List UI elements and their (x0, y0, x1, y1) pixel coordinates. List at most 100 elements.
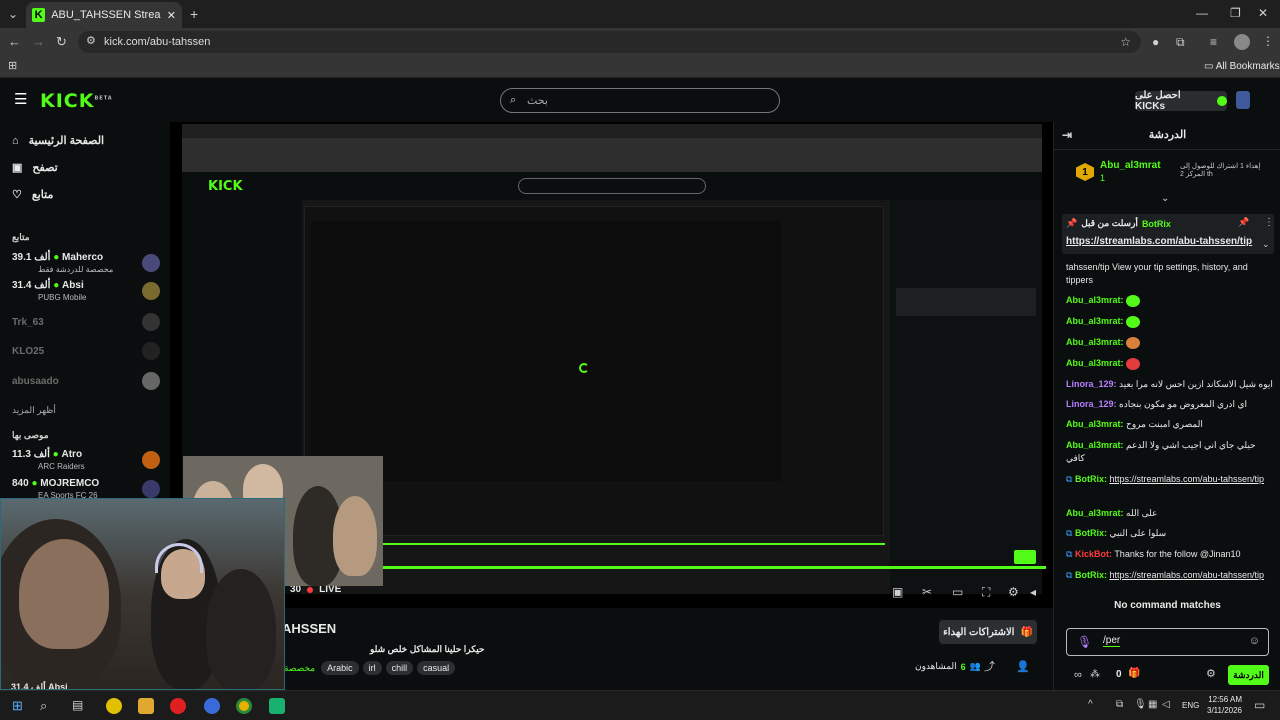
back-icon[interactable]: ← (8, 35, 21, 48)
minimize-icon[interactable]: — (1196, 7, 1208, 19)
kick-logo[interactable]: KICKBETA (40, 90, 113, 112)
message-user[interactable]: KickBot: (1075, 549, 1112, 559)
theater-mode-icon[interactable]: ▣ (892, 586, 903, 598)
url-input[interactable]: ⚙ kick.com/abu-tahssen ☆ (78, 31, 1141, 53)
top-gifter-name[interactable]: Abu_al3mrat (1100, 160, 1161, 171)
player-progress-bar[interactable] (280, 566, 1046, 569)
message-user[interactable]: Abu_al3mrat: (1066, 358, 1124, 368)
channel-item[interactable]: 31.4 ألف ● Absi PUBG Mobile (12, 280, 160, 306)
browser-tab[interactable]: K ABU_TAHSSEN Stream - Watch ✕ (26, 2, 182, 28)
browser-menu-icon[interactable]: ⋮ (1262, 35, 1274, 47)
clock-date[interactable]: 3/11/2026 (1202, 706, 1242, 715)
user-avatar[interactable] (1236, 91, 1250, 109)
profile-avatar[interactable] (1234, 34, 1250, 50)
taskbar-app-icon[interactable] (106, 698, 122, 714)
tag-chip[interactable]: irl (362, 661, 382, 675)
message-link[interactable]: https://streamlabs.com/abu-tahssen/tip (1109, 474, 1264, 484)
speaker-icon[interactable]: ◁ (1162, 700, 1170, 710)
message-user[interactable]: BotRix: (1075, 570, 1107, 580)
language-indicator[interactable]: ENG (1182, 701, 1199, 710)
notification-icon[interactable]: ▭ (1254, 699, 1265, 711)
bookmark-star-icon[interactable]: ☆ (1120, 36, 1131, 48)
recommended-item[interactable]: 11.3 ألف ● Atro ARC Raiders (12, 449, 160, 475)
message-user[interactable]: Linora_129: (1066, 399, 1117, 409)
show-more-link[interactable]: أظهر المزيد (12, 405, 56, 416)
gift-subs-button[interactable]: الاشتراكات الهداء 🎁 (939, 620, 1037, 644)
search-input[interactable]: ⌕ بحث (500, 88, 780, 113)
clip-icon[interactable]: ✂ (922, 586, 932, 598)
chat-settings-icon[interactable]: ⚙ (1206, 669, 1216, 680)
points-icon[interactable]: ⁂ (1090, 670, 1100, 680)
message-user[interactable]: Abu_al3mrat: (1066, 337, 1124, 347)
message-user[interactable]: Abu_al3mrat: (1066, 440, 1124, 450)
tag-chip[interactable]: chill (385, 661, 414, 675)
fullscreen-icon[interactable]: ⛶ (982, 586, 990, 598)
channel-item[interactable]: 39.1 ألف ● Maherco مخصصة للدردشة فقط (12, 252, 160, 278)
nav-following[interactable]: ♡ متابع (12, 188, 53, 201)
site-info-icon[interactable]: ⚙ (86, 36, 96, 47)
pinned-user[interactable]: BotRix (1142, 219, 1171, 229)
message-user[interactable]: BotRix: (1075, 528, 1107, 538)
hamburger-menu-icon[interactable]: ☰ (14, 92, 27, 107)
windows-start-icon[interactable]: ⊞ (12, 699, 23, 712)
tag-chip[interactable]: Arabic (321, 661, 359, 675)
message-user[interactable]: Abu_al3mrat: (1066, 295, 1124, 305)
forward-icon[interactable]: → (32, 35, 45, 48)
extension-icon[interactable]: ● (1152, 36, 1159, 48)
pinned-link[interactable]: https://streamlabs.com/abu-tahssen/tip (1066, 236, 1252, 247)
tray-app-icon[interactable]: ⧉ (1116, 700, 1123, 710)
get-kicks-button[interactable]: احصل على KICKs (1135, 90, 1227, 112)
taskbar-app-icon[interactable] (269, 698, 285, 714)
clock-time[interactable]: 12:56 AM (1206, 695, 1242, 704)
network-icon[interactable]: ▦ (1148, 700, 1157, 710)
message-user[interactable]: Linora_129: (1066, 379, 1117, 389)
settings-gear-icon[interactable]: ⚙ (1008, 586, 1019, 598)
volume-icon[interactable]: ◂ (1030, 586, 1036, 598)
taskbar-search-icon[interactable]: ⌕ (40, 699, 47, 712)
streamer-name[interactable]: AHSSEN (282, 621, 336, 636)
message-user[interactable]: Abu_al3mrat: (1066, 316, 1124, 326)
emoji-icon[interactable]: ☺ (1249, 636, 1260, 647)
gift-box-icon[interactable]: 🎁 (1128, 669, 1140, 679)
send-chat-button[interactable]: الدردشة (1228, 665, 1269, 685)
stream-category[interactable]: مخصصة (284, 663, 315, 674)
mic-tray-icon[interactable]: 🎙 (1134, 700, 1147, 710)
taskbar-app-icon[interactable] (204, 698, 220, 714)
channel-item[interactable]: abusaado (12, 372, 160, 402)
all-bookmarks[interactable]: ▭ All Bookmarks (1204, 61, 1280, 72)
apps-grid-icon[interactable]: ⊞ (8, 61, 17, 72)
tray-chevron-icon[interactable]: ^ (1088, 700, 1093, 710)
follow-user-icon[interactable]: 👤 (1016, 662, 1030, 673)
chevron-down-icon[interactable]: ⌄ (1262, 240, 1270, 249)
tab-close-icon[interactable]: ✕ (167, 9, 176, 22)
puzzle-icon[interactable]: ⧉ (1176, 36, 1185, 48)
tag-chip[interactable]: casual (417, 661, 456, 675)
nav-home[interactable]: ⌂ الصفحة الرئيسية (12, 134, 104, 148)
task-view-icon[interactable]: ▤ (72, 699, 83, 711)
share-icon[interactable]: ⤴ (984, 662, 995, 673)
playlist-icon[interactable]: ≡ (1210, 36, 1217, 48)
message-link[interactable]: https://streamlabs.com/abu-tahssen/tip (1109, 570, 1264, 580)
youtube-icon[interactable] (170, 698, 186, 714)
window-close-icon[interactable]: ✕ (1258, 7, 1268, 19)
microphone-icon[interactable]: 🎙 (1077, 636, 1092, 648)
channel-item[interactable]: KLO25 (12, 342, 160, 372)
unpin-icon[interactable]: 📌 (1238, 218, 1249, 227)
message-user[interactable]: Abu_al3mrat: (1066, 419, 1124, 429)
chat-input[interactable]: 🎙 /per ☺ (1066, 628, 1269, 656)
nav-browse[interactable]: ▣ تصفح (12, 161, 58, 174)
message-user[interactable]: Abu_al3mrat: (1066, 508, 1124, 518)
message-user[interactable]: BotRix: (1075, 474, 1107, 484)
file-explorer-icon[interactable] (138, 698, 154, 714)
new-tab-icon[interactable]: + (190, 7, 198, 21)
miniplayer-icon[interactable]: ▭ (952, 586, 963, 598)
pinned-menu-icon[interactable]: ⋮ (1264, 218, 1274, 228)
infinity-icon[interactable]: ∞ (1074, 670, 1082, 681)
restore-icon[interactable]: ❐ (1230, 7, 1241, 19)
tab-list-icon[interactable]: ⌄ (8, 8, 18, 20)
channel-item[interactable]: Trk_63 (12, 313, 160, 343)
expand-chevron-icon[interactable]: ⌄ (1161, 194, 1169, 204)
reload-icon[interactable]: ↻ (56, 35, 67, 48)
chrome-icon[interactable] (236, 698, 252, 714)
collapse-chat-icon[interactable]: ⇥ (1062, 129, 1072, 141)
